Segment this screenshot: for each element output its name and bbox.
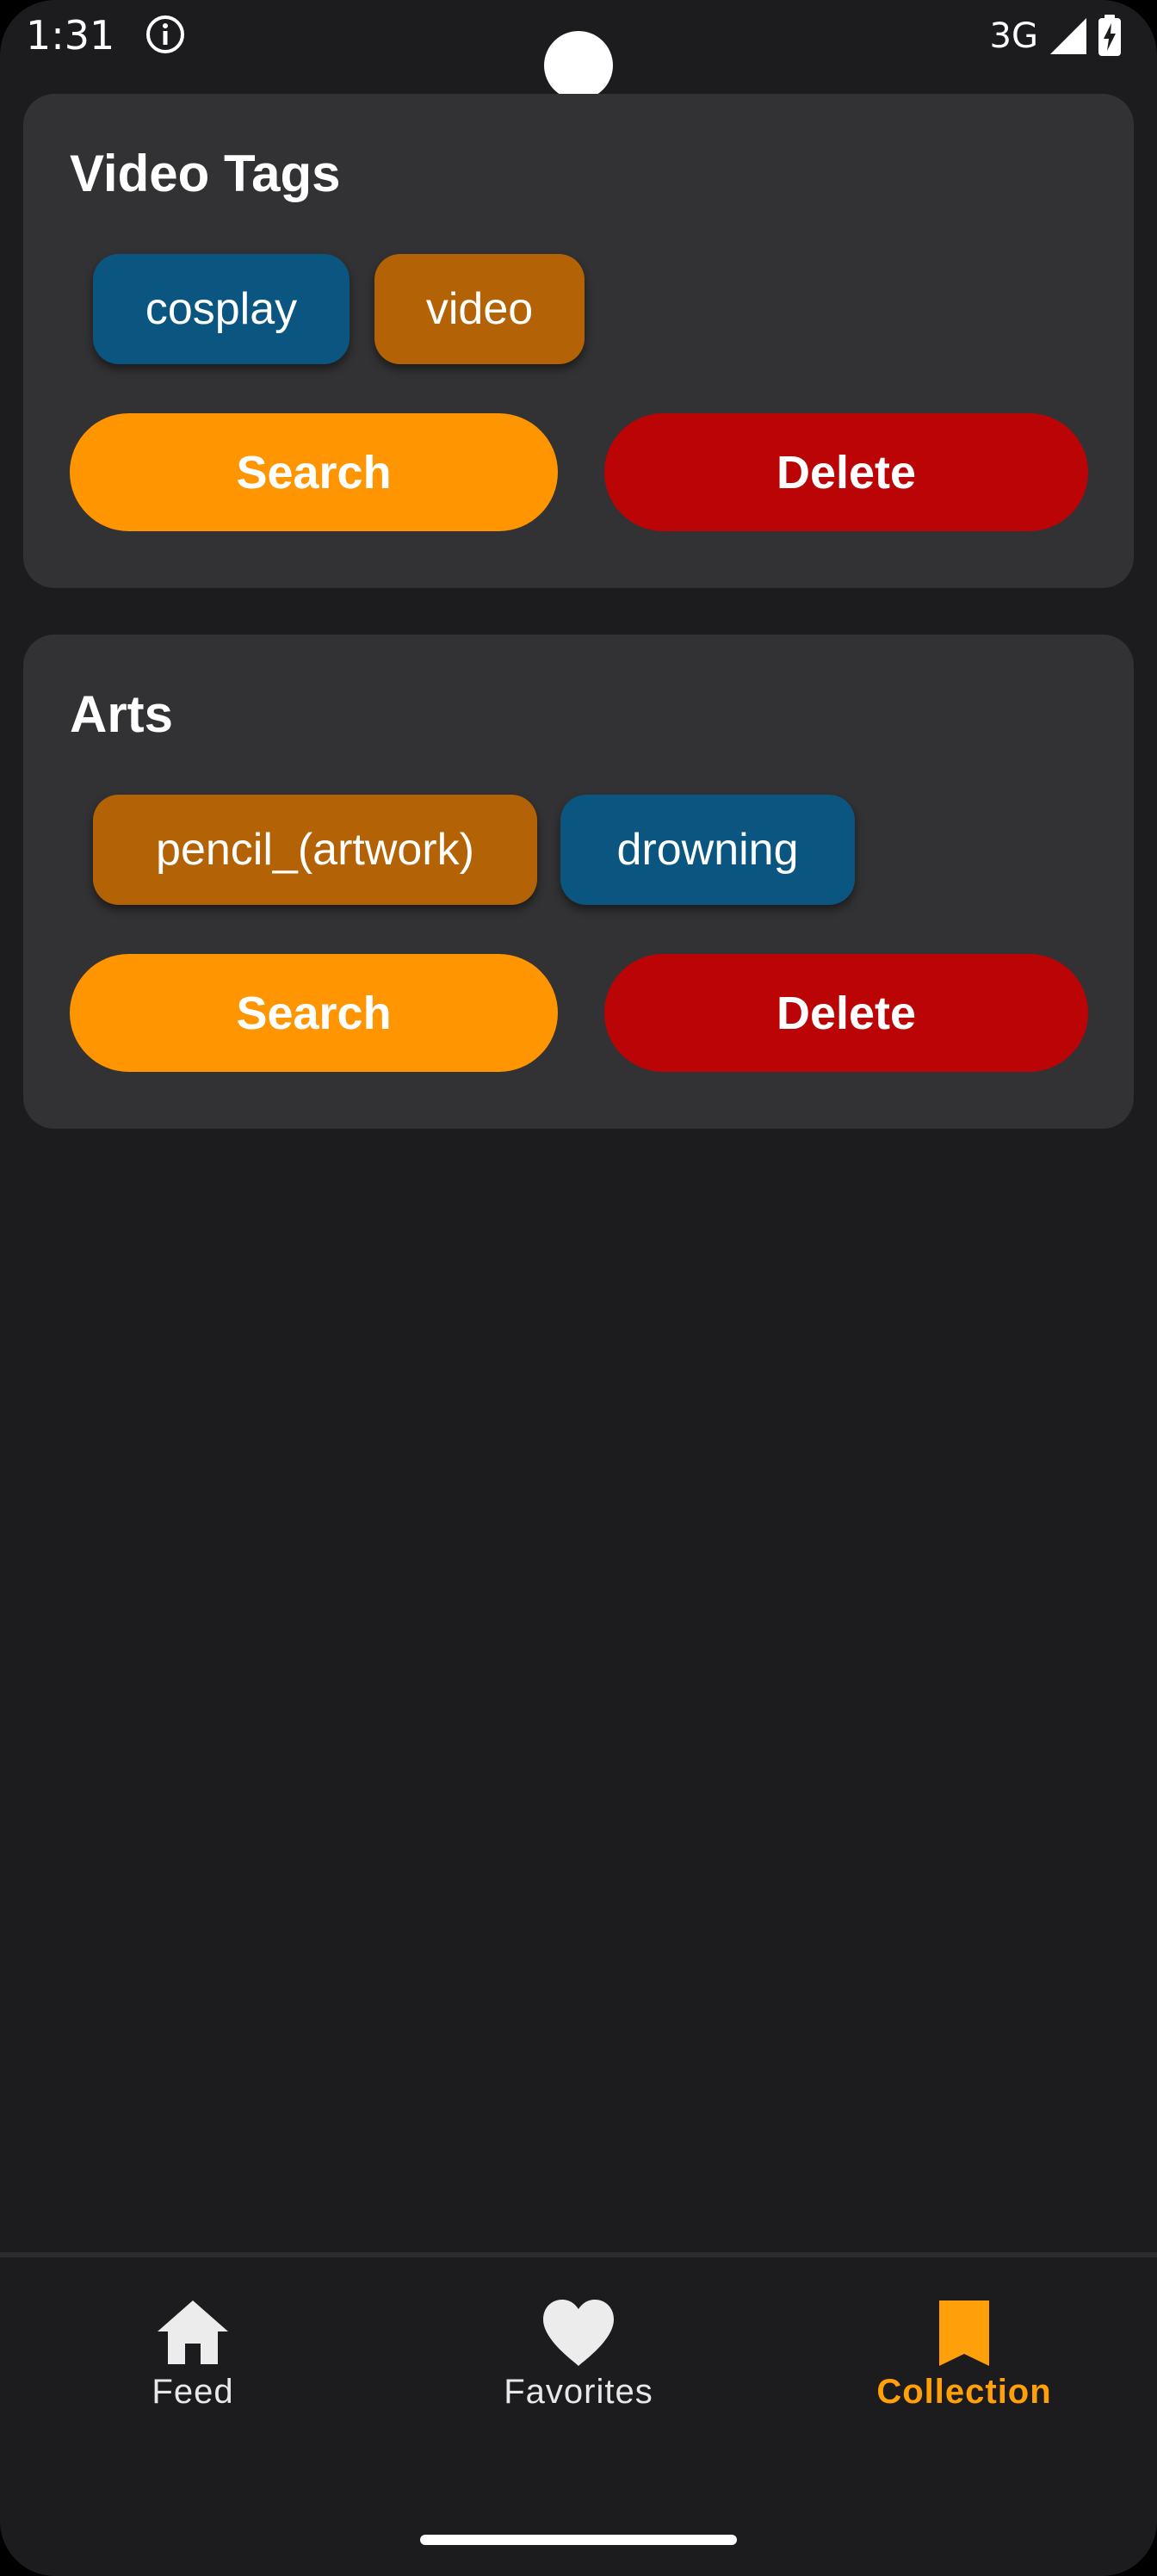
home-indicator[interactable] [420, 2535, 737, 2545]
collection-card: Arts pencil_(artwork) drowning Search De… [23, 635, 1134, 1129]
status-bar: 1:31 3G [0, 0, 1157, 100]
nav-label-feed: Feed [152, 2373, 234, 2411]
delete-button[interactable]: Delete [604, 413, 1088, 531]
nav-label-collection: Collection [876, 2373, 1052, 2411]
app-screen: 1:31 3G Video Tags cosplay video Search … [0, 0, 1157, 2576]
tag-chip[interactable]: cosplay [93, 254, 350, 364]
heart-icon [543, 2300, 614, 2366]
nav-label-favorites: Favorites [504, 2373, 653, 2411]
tag-chip[interactable]: drowning [560, 795, 855, 905]
camera-cutout [544, 31, 613, 100]
status-time: 1:31 [26, 12, 115, 59]
search-button[interactable]: Search [70, 954, 558, 1072]
bookmark-icon [939, 2300, 989, 2366]
collection-card: Video Tags cosplay video Search Delete [23, 94, 1134, 588]
nav-item-feed[interactable]: Feed [64, 2297, 322, 2412]
network-type: 3G [989, 16, 1038, 56]
nav-item-favorites[interactable]: Favorites [449, 2297, 708, 2412]
home-icon [158, 2300, 228, 2364]
nav-item-collection[interactable]: Collection [835, 2297, 1093, 2412]
collection-title: Video Tags [70, 145, 341, 202]
status-indicators: 3G [990, 12, 1123, 60]
delete-button[interactable]: Delete [604, 954, 1088, 1072]
collection-title: Arts [70, 685, 174, 743]
bottom-nav: Feed Favorites Collection [0, 2257, 1157, 2576]
search-button[interactable]: Search [70, 413, 558, 531]
cell-signal-icon [1050, 18, 1086, 54]
tag-chip[interactable]: video [374, 254, 585, 364]
info-icon [146, 15, 184, 53]
tag-chip[interactable]: pencil_(artwork) [93, 795, 537, 905]
battery-charging-icon [1098, 15, 1121, 56]
